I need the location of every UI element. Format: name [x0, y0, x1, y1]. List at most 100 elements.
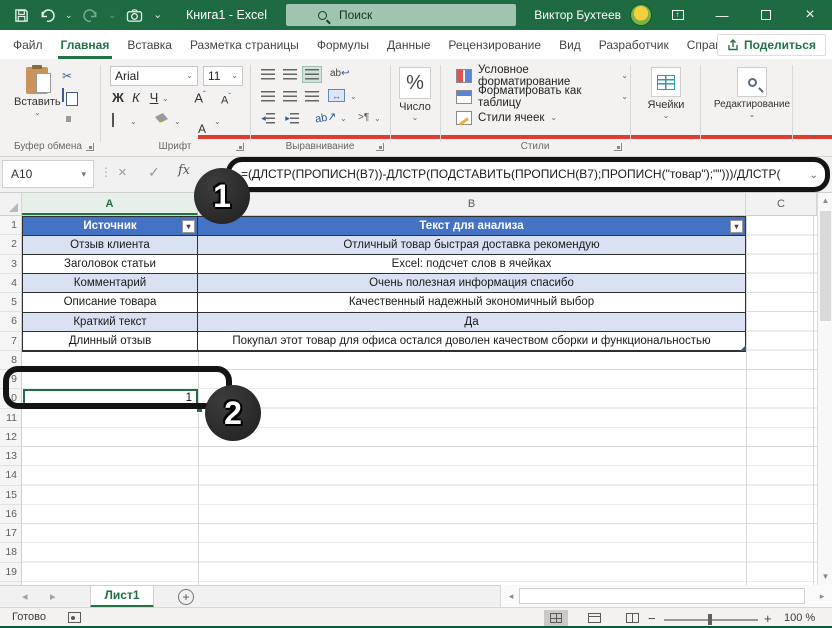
style-button-1[interactable]: Условное форматирование⌄: [448, 65, 628, 86]
ribbon-display-options-button[interactable]: [656, 0, 700, 30]
customize-qat-icon[interactable]: ⌄: [153, 12, 162, 18]
row-header-13[interactable]: 13: [0, 447, 21, 466]
macro-record-icon[interactable]: [68, 612, 81, 623]
zoom-out-icon[interactable]: −: [648, 611, 656, 626]
row-header-2[interactable]: 2: [0, 235, 21, 254]
table-header-text[interactable]: Текст для анализа▾: [198, 217, 745, 235]
scroll-right-icon[interactable]: ▸: [814, 585, 830, 607]
next-sheet-icon[interactable]: ▸: [50, 586, 56, 608]
increase-indent-button[interactable]: ▸: [282, 110, 302, 127]
decrease-indent-button[interactable]: ◂: [258, 110, 278, 127]
avatar[interactable]: [630, 4, 652, 26]
cell-source[interactable]: Краткий текст: [23, 313, 198, 331]
cell-text[interactable]: Покупал этот товар для офиса остался дов…: [198, 332, 745, 350]
cell-text[interactable]: Excel: подсчет слов в ячейках: [198, 255, 745, 273]
formula-bar-drag-handle[interactable]: ⋮: [100, 165, 112, 179]
style-button-2[interactable]: Форматировать как таблицу⌄: [448, 86, 628, 107]
borders-button[interactable]: [112, 114, 114, 126]
row-header-18[interactable]: 18: [0, 543, 21, 562]
chevron-down-icon[interactable]: ⌄: [214, 119, 221, 125]
cell-source[interactable]: Заголовок статьи: [23, 255, 198, 273]
undo-dropdown-icon[interactable]: ⌄: [65, 12, 73, 18]
undo-icon[interactable]: [39, 8, 55, 23]
column-header-a[interactable]: A: [22, 193, 198, 215]
filter-dropdown-icon[interactable]: ▾: [182, 220, 195, 233]
cell-source[interactable]: Комментарий: [23, 274, 198, 292]
expand-formula-bar-icon[interactable]: ⌄: [810, 170, 818, 181]
row-header-6[interactable]: 6: [0, 312, 21, 331]
filter-dropdown-icon[interactable]: ▾: [730, 220, 743, 233]
row-header-11[interactable]: 11: [0, 409, 21, 428]
text-direction-button[interactable]: >¶: [358, 112, 369, 123]
ribbon-tab-8[interactable]: Вид: [556, 30, 584, 59]
chevron-down-icon[interactable]: ⌄: [350, 94, 357, 100]
editing-button[interactable]: Редактирование ⌄: [706, 67, 798, 118]
row-header-5[interactable]: 5: [0, 293, 21, 312]
row-header-4[interactable]: 4: [0, 274, 21, 293]
chevron-down-icon[interactable]: ⌄: [374, 116, 381, 122]
underline-button[interactable]: Ч: [146, 90, 162, 105]
page-layout-view-button[interactable]: [582, 610, 606, 626]
table-header-source[interactable]: Источник▾: [23, 217, 198, 235]
vertical-scroll-thumb[interactable]: [820, 211, 831, 321]
row-header-3[interactable]: 3: [0, 255, 21, 274]
ribbon-tab-1[interactable]: Файл: [10, 30, 46, 59]
share-button[interactable]: Поделиться: [717, 34, 826, 56]
paste-button[interactable]: Вставить ⌄: [14, 67, 61, 116]
insert-function-icon[interactable]: fx: [178, 163, 190, 178]
scroll-up-icon[interactable]: ▲: [818, 193, 832, 209]
row-header-7[interactable]: 7: [0, 332, 21, 351]
align-right-button[interactable]: [302, 88, 322, 105]
normal-view-button[interactable]: [544, 610, 568, 626]
cell-source[interactable]: Описание товара: [23, 293, 198, 311]
zoom-in-icon[interactable]: +: [764, 611, 772, 626]
camera-icon[interactable]: [126, 8, 143, 23]
account-area[interactable]: Виктор Бухтеев: [534, 0, 652, 30]
number-format-button[interactable]: % Число ⌄: [396, 67, 434, 121]
row-header-16[interactable]: 16: [0, 505, 21, 524]
cell-text[interactable]: Качественный надежный экономичный выбор: [198, 293, 745, 311]
select-all-corner[interactable]: [0, 193, 22, 215]
cells-button[interactable]: Ячейки ⌄: [638, 67, 694, 119]
align-top-button[interactable]: [258, 66, 278, 83]
ribbon-tab-9[interactable]: Разработчик: [596, 30, 672, 59]
ribbon-tab-2[interactable]: Главная: [58, 30, 113, 59]
chevron-down-icon[interactable]: ⌄: [174, 119, 181, 125]
cell-text[interactable]: Да: [198, 313, 745, 331]
column-header-c[interactable]: C: [746, 193, 817, 215]
cell-source[interactable]: Длинный отзыв: [23, 332, 198, 350]
bold-button[interactable]: Ж: [110, 90, 126, 105]
zoom-slider-thumb[interactable]: [708, 614, 712, 625]
add-sheet-icon[interactable]: +: [178, 589, 194, 605]
chevron-down-icon[interactable]: ⌄: [340, 116, 347, 122]
chevron-down-icon[interactable]: ⌄: [130, 119, 137, 125]
row-header-12[interactable]: 12: [0, 428, 21, 447]
clipboard-dialog-launcher-icon[interactable]: [86, 143, 94, 151]
maximize-button[interactable]: [744, 0, 788, 30]
shrink-font-button[interactable]: Аˇ: [218, 92, 234, 107]
styles-dialog-launcher-icon[interactable]: [614, 143, 622, 151]
column-header-b[interactable]: B: [198, 193, 746, 215]
ribbon-tab-4[interactable]: Разметка страницы: [187, 30, 302, 59]
scroll-down-icon[interactable]: ▼: [818, 569, 832, 585]
formula-input[interactable]: =(ДЛСТР(ПРОПИСН(B7))-ДЛСТР(ПОДСТАВИТЬ(ПР…: [241, 162, 803, 187]
chevron-down-icon[interactable]: ⌄: [162, 96, 169, 102]
merge-center-icon[interactable]: ↔: [328, 89, 345, 102]
alignment-dialog-launcher-icon[interactable]: [376, 143, 384, 151]
ribbon-tab-6[interactable]: Данные: [384, 30, 433, 59]
collapse-ribbon-icon[interactable]: ⌃: [810, 135, 818, 146]
vertical-scrollbar[interactable]: ▲ ▼: [817, 193, 832, 585]
align-center-button[interactable]: [280, 88, 300, 105]
ribbon-tab-3[interactable]: Вставка: [124, 30, 175, 59]
search-input[interactable]: Поиск: [286, 4, 516, 26]
cell-source[interactable]: Отзыв клиента: [23, 236, 198, 254]
ribbon-tab-7[interactable]: Рецензирование: [445, 30, 544, 59]
align-left-button[interactable]: [258, 88, 278, 105]
align-bottom-button[interactable]: [302, 66, 322, 83]
ribbon-tab-5[interactable]: Формулы: [314, 30, 372, 59]
cut-button[interactable]: ✂: [62, 69, 78, 83]
name-box[interactable]: A10▾: [2, 160, 94, 188]
table-resize-handle[interactable]: [740, 345, 746, 351]
row-header-19[interactable]: 19: [0, 563, 21, 582]
cell-text[interactable]: Очень полезная информация спасибо: [198, 274, 745, 292]
